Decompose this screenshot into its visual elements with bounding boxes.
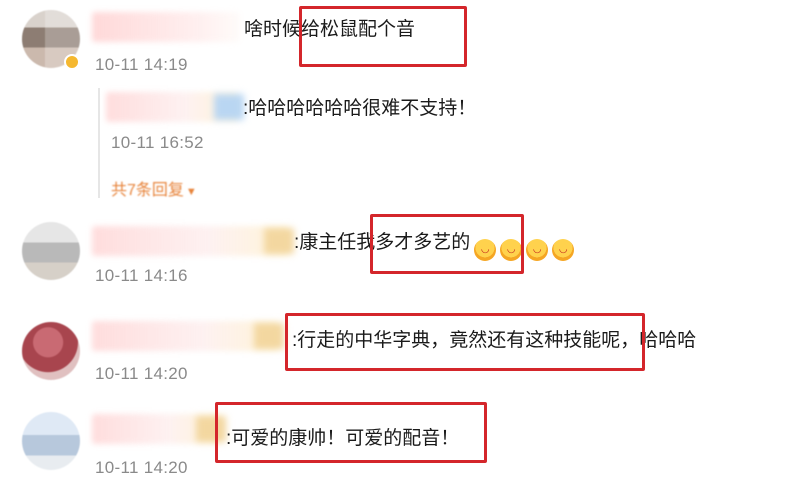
- comment-text-prefix: :康主任我: [294, 232, 376, 253]
- laughing-emoji-icon: ◡: [552, 239, 575, 261]
- comment-text: :可爱的康帅！可爱的配音！: [226, 427, 459, 451]
- reply-timestamp: 10-11 16:52: [111, 133, 204, 152]
- comment-text-suffix: 哈哈哈: [639, 330, 697, 351]
- comment-text: :康主任我多才多艺的 ◡ ◡ ◡ ◡: [294, 231, 575, 261]
- reply-username-blurred[interactable]: [106, 92, 244, 122]
- avatar[interactable]: [22, 322, 80, 380]
- comment-text-highlight: 多才多艺的: [375, 232, 471, 253]
- username-blurred[interactable]: [92, 226, 294, 256]
- username-blurred[interactable]: [92, 321, 284, 351]
- avatar[interactable]: [22, 412, 80, 470]
- laughing-emoji-icon: ◡: [474, 239, 497, 261]
- reply-thread: [98, 88, 100, 198]
- comment-text: 啥时候给松鼠配个音: [244, 18, 415, 42]
- comment-text-content: 啥时候给松鼠配个音: [244, 19, 416, 40]
- timestamp: 10-11 14:19: [95, 55, 188, 74]
- timestamp: 10-11 14:16: [95, 266, 188, 285]
- comment-text-highlight: :可爱的康帅！可爱的配音！: [226, 428, 460, 449]
- caret-down-icon: ▼: [185, 186, 197, 198]
- more-replies-label: 共7条回复: [111, 182, 184, 199]
- comment-text-highlight: :行走的中华字典，竟然还有这种技能呢，: [292, 330, 640, 351]
- username-blurred[interactable]: [92, 414, 226, 444]
- username-blurred[interactable]: [92, 12, 240, 42]
- avatar[interactable]: [22, 222, 80, 280]
- laughing-emoji-icon: ◡: [526, 239, 549, 261]
- laughing-emoji-icon: ◡: [500, 239, 523, 261]
- more-replies-link[interactable]: 共7条回复 ▼: [111, 176, 197, 200]
- timestamp: 10-11 14:20: [95, 364, 188, 383]
- reply-text: :哈哈哈哈哈哈很难不支持！: [243, 98, 477, 119]
- timestamp: 10-11 14:20: [95, 458, 188, 477]
- vip-badge-icon: [64, 54, 80, 70]
- comment-text: :行走的中华字典，竟然还有这种技能呢，哈哈哈: [292, 329, 696, 353]
